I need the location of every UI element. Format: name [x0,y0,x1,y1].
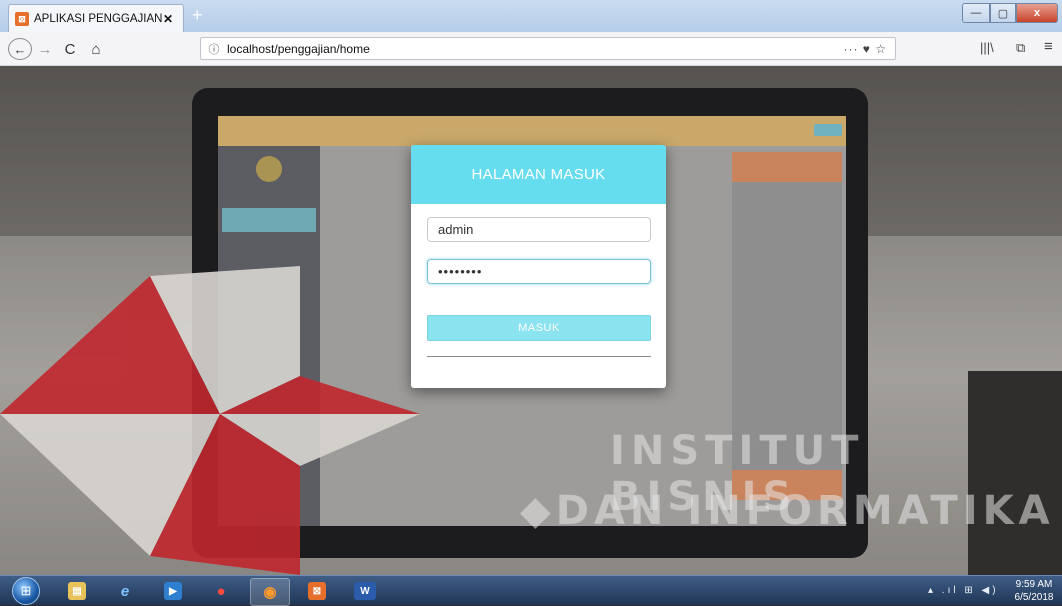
media-player-taskbar-button[interactable]: ▶ [154,578,192,604]
internet-explorer-taskbar-button[interactable]: e [106,578,144,604]
app-taskbar-button[interactable]: ● [202,578,240,604]
watermark-line-2: ◆DAN INFORMATIKA [520,488,1055,534]
page-actions-icon[interactable]: ··· ♥ ☆ [843,42,887,56]
browser-navbar: ← → C ⌂ ⓘ localhost/penggajian/home ··· … [0,32,1062,66]
menu-icon[interactable]: ≡ [1044,38,1053,55]
xampp-favicon-icon: ⊠ [15,11,29,26]
app-icon: ● [216,582,226,600]
password-input[interactable] [427,259,651,284]
back-button[interactable]: ← [8,38,32,60]
login-button[interactable]: MASUK [427,315,651,341]
screen-button [814,124,842,136]
folder-icon: ▤ [68,582,86,600]
username-input[interactable] [427,217,651,242]
maximize-button[interactable]: ▢ [990,3,1016,23]
firefox-taskbar-button[interactable]: ◉ [250,578,290,606]
explorer-taskbar-button[interactable]: ▤ [58,578,96,604]
sidebar-icon[interactable]: ⧉ [1016,40,1025,56]
watermark-line-2-text: DAN INFORMATIKA [555,488,1055,534]
media-player-icon: ▶ [164,582,182,600]
home-button[interactable]: ⌂ [86,38,106,60]
screen-right-header [732,152,842,182]
library-icon[interactable]: |||\ [980,40,994,55]
internet-explorer-icon: e [120,582,130,600]
taskbar-clock[interactable]: 9:59 AM 6/5/2018 [1008,578,1060,604]
url-text[interactable]: localhost/penggajian/home [227,42,843,56]
reload-button[interactable]: C [60,38,80,60]
browser-tab[interactable]: ⊠ APLIKASI PENGGAJIAN | LOGIN ✕ [8,4,184,32]
screen-active-item [222,208,316,232]
screen-topbar [218,116,846,146]
login-modal: HALAMAN MASUK MASUK [411,145,666,388]
firefox-icon: ◉ [263,584,277,601]
new-tab-button[interactable]: + [192,6,203,24]
xampp-taskbar-button[interactable]: ⊠ [298,578,336,604]
forward-button[interactable]: → [36,38,54,60]
clock-date: 6/5/2018 [1014,592,1054,603]
clock-time: 9:59 AM [1015,579,1053,590]
word-icon: W [354,582,376,600]
start-button[interactable]: ⊞ [12,577,40,605]
info-icon[interactable]: ⓘ [205,41,223,57]
close-window-button[interactable]: x [1016,3,1058,23]
modal-divider [427,356,651,357]
xampp-icon: ⊠ [308,582,326,600]
window-controls: — ▢ x [962,3,1058,23]
apple-icon: ◆ [520,488,556,534]
screen-avatar [256,156,282,182]
browser-titlebar: ⊠ APLIKASI PENGGAJIAN | LOGIN ✕ + — ▢ x [0,0,1062,32]
address-bar[interactable]: ⓘ localhost/penggajian/home ··· ♥ ☆ [200,37,896,60]
word-taskbar-button[interactable]: W [346,578,384,604]
page-background: INSTITUT BISNIS ◆DAN INFORMATIKA HALAMAN… [0,66,1062,575]
minimize-button[interactable]: — [962,3,990,23]
tab-close-icon[interactable]: ✕ [163,12,177,26]
login-title: HALAMAN MASUK [411,145,666,204]
system-tray[interactable]: ▴ .ıl ⊞ ◀) [928,585,999,596]
tab-title: APLIKASI PENGGAJIAN | LOGIN [34,12,163,25]
institute-logo [0,266,420,575]
windows-taskbar: ⊞ ▤ e ▶ ● ◉ ⊠ W ▴ .ıl ⊞ ◀) 9:59 AM 6/5/2… [0,575,1062,606]
